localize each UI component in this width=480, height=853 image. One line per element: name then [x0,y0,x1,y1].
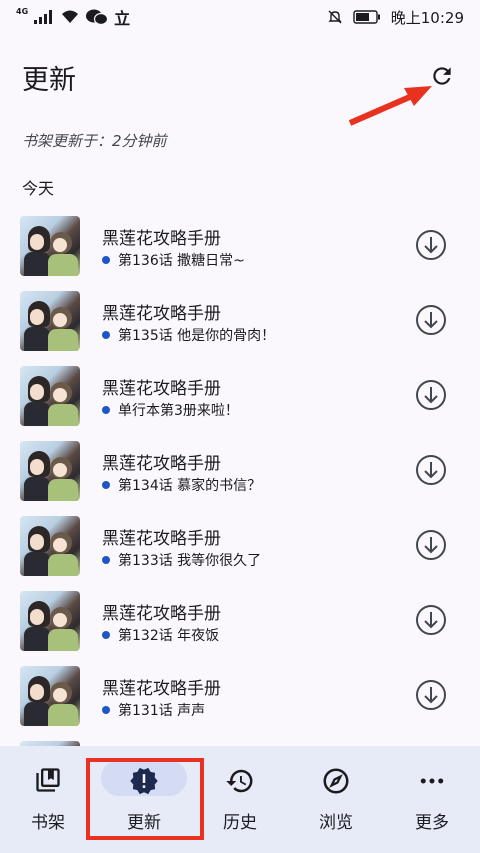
wifi-icon [62,10,79,23]
manga-title: 黑莲花攻略手册 [102,529,221,549]
bookshelf-icon [36,768,60,792]
chapter-info: 第135话 他是你的骨肉！ [102,325,275,345]
unread-dot [102,256,110,264]
more-horiz-icon [420,778,444,784]
history-icon [226,769,253,793]
nav-label: 历史 [223,813,257,833]
chapter-label: 第132话 年夜饭 [118,628,220,644]
updates-list: 黑莲花攻略手册 第136话 撒糖日常~ 黑莲花攻略手册 第135话 他是你的骨肉… [0,210,480,810]
wechat-icon [86,9,109,25]
list-item[interactable]: 黑莲花攻略手册 第135话 他是你的骨肉！ [0,285,480,360]
chapter-info: 单行本第3册来啦！ [102,400,239,420]
nav-label: 更多 [415,813,449,833]
nav-item-browse[interactable]: 浏览 [288,746,384,853]
chapter-info: 第134话 慕家的书信？ [102,475,261,495]
chapter-label: 第133话 我等你很久了 [118,553,262,569]
manga-cover [20,441,80,501]
chapter-label: 第131话 声声 [118,703,206,719]
list-item[interactable]: 黑莲花攻略手册 第131话 声声 [0,660,480,735]
refresh-button[interactable] [424,58,460,94]
manga-title: 黑莲花攻略手册 [102,454,221,474]
manga-cover [20,216,80,276]
download-icon[interactable] [414,603,448,637]
unread-dot [102,481,110,489]
list-item[interactable]: 黑莲花攻略手册 单行本第3册来啦！ [0,360,480,435]
list-item[interactable]: 黑莲花攻略手册 第134话 慕家的书信？ [0,435,480,510]
manga-title: 黑莲花攻略手册 [102,379,221,399]
manga-cover [20,291,80,351]
manga-cover [20,666,80,726]
list-item[interactable]: 黑莲花攻略手册 第136话 撒糖日常~ [0,210,480,285]
nav-item-history[interactable]: 历史 [192,746,288,853]
download-icon[interactable] [414,303,448,337]
manga-title: 黑莲花攻略手册 [102,304,221,324]
unread-dot [102,706,110,714]
manga-cover [20,366,80,426]
download-icon[interactable] [414,678,448,712]
page-title: 更新 [22,65,76,96]
update-timestamp: 书架更新于：2分钟前 [22,132,167,150]
download-icon[interactable] [414,228,448,262]
annotation-highlight-box [86,758,204,840]
chapter-label: 第136话 撒糖日常~ [118,253,245,269]
download-icon[interactable] [414,453,448,487]
unread-dot [102,406,110,414]
chapter-info: 第131话 声声 [102,700,205,720]
chapter-info: 第136话 撒糖日常~ [102,250,245,270]
section-today-title: 今天 [22,179,55,198]
list-item[interactable]: 黑莲花攻略手册 第132话 年夜饭 [0,585,480,660]
mute-icon [328,10,342,24]
nav-label: 浏览 [319,813,353,833]
download-icon[interactable] [414,528,448,562]
clock: 晚上10:29 [390,8,464,27]
nav-item-more[interactable]: 更多 [384,746,480,853]
unread-dot [102,331,110,339]
battery-icon [353,10,380,24]
list-item[interactable]: 黑莲花攻略手册 第133话 我等你很久了 [0,510,480,585]
signal-icon [34,10,53,24]
network-type: 4G [16,6,29,16]
bottom-navigation: 书架 更新 历史 浏览 更多 [0,746,480,853]
chapter-label: 单行本第3册来啦！ [118,403,239,419]
chapter-label: 第135话 他是你的骨肉！ [118,328,276,344]
unread-dot [102,631,110,639]
app-notification-icon: 立 [114,9,131,28]
chapter-label: 第134话 慕家的书信？ [118,478,262,494]
nav-label: 书架 [31,813,65,833]
status-bar: 4G 立 晚上10:29 [0,0,480,34]
compass-icon [323,768,349,794]
chapter-info: 第132话 年夜饭 [102,625,219,645]
manga-cover [20,516,80,576]
manga-title: 黑莲花攻略手册 [102,604,221,624]
manga-cover [20,591,80,651]
refresh-icon [433,67,451,85]
manga-title: 黑莲花攻略手册 [102,679,221,699]
download-icon[interactable] [414,378,448,412]
unread-dot [102,556,110,564]
chapter-info: 第133话 我等你很久了 [102,550,261,570]
nav-item-bookshelf[interactable]: 书架 [0,746,96,853]
manga-title: 黑莲花攻略手册 [102,229,221,249]
